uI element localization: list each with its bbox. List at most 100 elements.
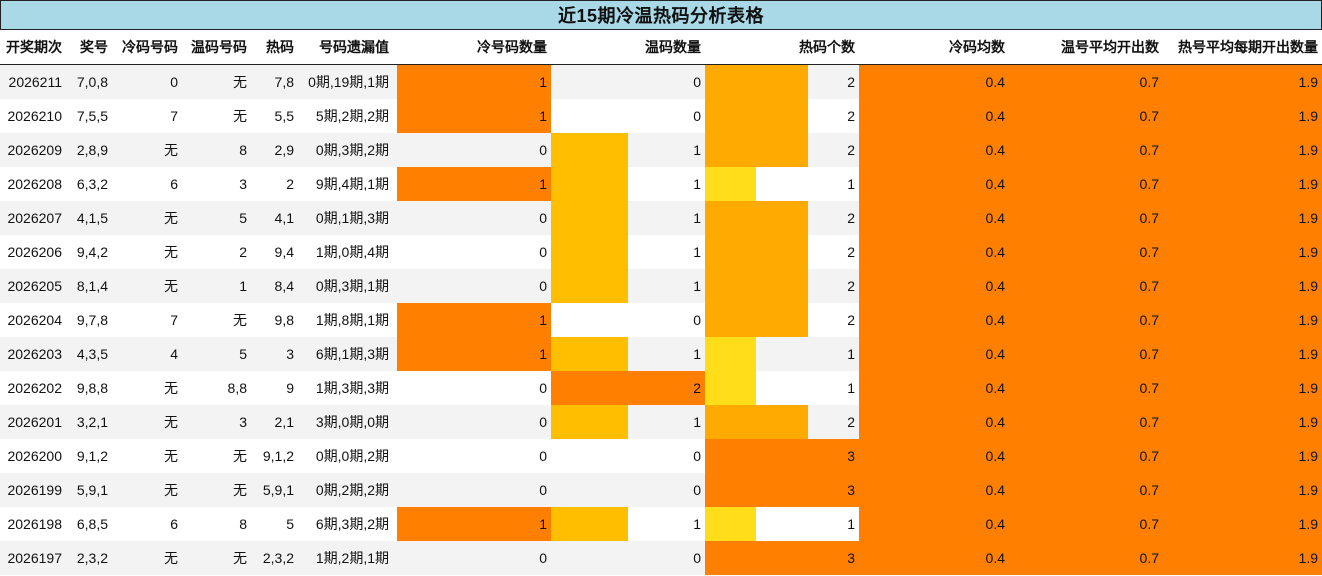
header-cold-count: 冷号码数量 [477,39,547,55]
cell-hot-avg: 1.9 [1163,235,1322,269]
cell-cold-numbers: 无 [164,278,178,294]
hot-count-bar [705,303,808,337]
cell-hot-count: 2 [705,303,859,337]
cell-hot-avg: 1.9 [1163,371,1322,405]
hot-count-value: 1 [847,346,855,362]
warm-count-bar [551,405,628,439]
cell-cold-count: 0 [397,235,551,269]
warm-count-value: 1 [693,244,701,260]
warm-count-value: 0 [693,108,701,124]
hot-count-value: 1 [847,176,855,192]
cold-count-value: 0 [539,448,547,464]
cell-miss-values: 1期,8期,1期 [315,312,389,328]
cell-period: 2026209 [7,142,62,158]
cell-miss-values: 0期,2期,2期 [315,482,389,498]
cold-count-value: 1 [539,346,547,362]
cold-count-bar [397,99,551,133]
hot-count-bar [705,337,757,371]
cell-hot-count: 2 [705,133,859,167]
cell-cold-count: 1 [397,99,551,133]
cell-miss-values: 0期,0期,2期 [315,448,389,464]
hot-count-value: 3 [847,550,855,566]
cell-warm-numbers: 无 [233,448,247,464]
hot-count-value: 2 [847,210,855,226]
cell-cold-count: 1 [397,65,551,99]
cell-period: 2026207 [7,210,62,226]
cell-hot-count: 2 [705,99,859,133]
cell-miss-values: 9期,4期,1期 [315,176,389,192]
warm-count-value: 1 [693,142,701,158]
cell-hot-avg: 1.9 [1163,133,1322,167]
cell-warm-numbers: 无 [233,550,247,566]
table-row: 2026207 4,1,5 无 5 4,1 0期,1期,3期 0 1 2 0.4 0.7 1.9 [0,201,1322,235]
cell-warm-count: 1 [551,201,705,235]
cell-number: 7,5,5 [76,108,108,124]
cell-cold-count: 1 [397,303,551,337]
cell-period: 2026204 [7,312,62,328]
cell-warm-count: 0 [551,303,705,337]
table-row: 2026208 6,3,2 6 3 2 9期,4期,1期 1 1 1 0.4 0.7 1.9 [0,167,1322,201]
hot-count-value: 2 [847,108,855,124]
cell-hot-count: 3 [705,439,859,473]
hot-count-bar [705,371,757,405]
hot-count-bar [705,235,808,269]
cell-number: 4,1,5 [76,210,108,226]
cell-hot-numbers: 3 [286,346,294,362]
warm-count-value: 0 [693,448,701,464]
cell-cold-numbers: 4 [170,346,178,362]
cold-count-bar [397,65,551,99]
cell-warm-avg: 0.7 [1009,541,1163,575]
cell-hot-count: 3 [705,541,859,575]
cell-hot-avg: 1.9 [1163,405,1322,439]
warm-count-bar [551,235,628,269]
cold-count-value: 0 [539,550,547,566]
cold-count-value: 1 [539,312,547,328]
header-cold-avg: 冷码均数 [949,39,1005,55]
cell-warm-count: 1 [551,269,705,303]
cell-warm-avg: 0.7 [1009,201,1163,235]
cell-cold-avg: 0.4 [859,507,1009,541]
cell-warm-avg: 0.7 [1009,473,1163,507]
cell-warm-numbers: 5 [239,346,247,362]
cell-warm-avg: 0.7 [1009,133,1163,167]
cell-warm-numbers: 无 [233,312,247,328]
header-period: 开奖期次 [6,39,62,55]
hot-count-bar [705,201,808,235]
warm-count-value: 0 [693,550,701,566]
cell-cold-numbers: 无 [164,448,178,464]
cell-warm-count: 0 [551,439,705,473]
warm-count-bar [551,269,628,303]
cell-miss-values: 1期,3期,3期 [315,380,389,396]
cell-hot-numbers: 5,5 [274,108,294,124]
cell-number: 8,1,4 [76,278,108,294]
cell-cold-avg: 0.4 [859,99,1009,133]
cell-warm-avg: 0.7 [1009,439,1163,473]
cell-warm-count: 2 [551,371,705,405]
cell-number: 9,8,8 [76,380,108,396]
warm-count-value: 0 [693,482,701,498]
cell-hot-count: 1 [705,371,859,405]
cell-period: 2026205 [7,278,62,294]
cell-cold-numbers: 无 [164,210,178,226]
cold-count-value: 0 [539,482,547,498]
hot-count-value: 2 [847,414,855,430]
hot-count-bar [705,269,808,303]
hot-count-bar [705,473,859,507]
hot-count-value: 2 [847,142,855,158]
cell-warm-count: 1 [551,133,705,167]
warm-count-value: 1 [693,346,701,362]
cell-number: 6,8,5 [76,516,108,532]
cell-warm-avg: 0.7 [1009,371,1163,405]
cell-warm-numbers: 1 [239,278,247,294]
hot-count-bar [705,133,808,167]
cell-warm-count: 1 [551,405,705,439]
cell-number: 9,1,2 [76,448,108,464]
warm-count-bar [551,133,628,167]
cell-warm-numbers: 8 [239,516,247,532]
cell-hot-avg: 1.9 [1163,167,1322,201]
cell-cold-numbers: 无 [164,142,178,158]
cell-hot-avg: 1.9 [1163,473,1322,507]
cell-period: 2026200 [7,448,62,464]
hot-count-value: 2 [847,244,855,260]
cell-number: 6,3,2 [76,176,108,192]
